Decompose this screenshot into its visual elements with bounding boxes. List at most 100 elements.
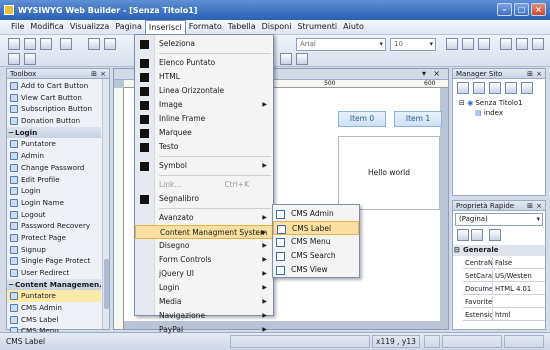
toolbox-item-cms-label[interactable]: CMS Label xyxy=(7,314,101,326)
pin-icon[interactable]: ⊞ xyxy=(527,201,533,211)
menu-aiuto[interactable]: Aiuto xyxy=(340,20,367,34)
delete-page-icon[interactable] xyxy=(473,82,485,94)
underline-icon[interactable] xyxy=(478,38,490,50)
submenu-item-cms-search[interactable]: CMS Search xyxy=(273,249,359,263)
bold-icon[interactable] xyxy=(446,38,458,50)
menu-item-elenco-puntato[interactable]: Elenco Puntato xyxy=(135,56,273,70)
menu-item-html[interactable]: HTML xyxy=(135,70,273,84)
menu-disponi[interactable]: Disponi xyxy=(259,20,295,34)
property-row[interactable]: Estensic html xyxy=(463,309,545,321)
redo-icon[interactable] xyxy=(24,53,36,65)
menu-item-media[interactable]: Media ▶ xyxy=(135,295,273,309)
menu-visualizza[interactable]: Visualizza xyxy=(67,20,112,34)
menu-item-symbol[interactable]: Symbol ▶ xyxy=(135,159,273,173)
align-left-icon[interactable] xyxy=(500,38,512,50)
toolbox-item-login-name[interactable]: Login Name xyxy=(7,197,101,209)
toolbox-item-edit-profile[interactable]: Edit Profile xyxy=(7,174,101,186)
toolbox-item-view-cart-button[interactable]: View Cart Button xyxy=(7,92,101,104)
menu-inserisci[interactable]: Inserisci xyxy=(144,20,186,34)
sort-az-icon[interactable] xyxy=(471,229,483,241)
undo-icon[interactable] xyxy=(8,53,20,65)
scroll-thumb[interactable] xyxy=(104,259,109,309)
menu-item-inline-frame[interactable]: Inline Frame xyxy=(135,112,273,126)
italic-icon[interactable] xyxy=(462,38,474,50)
submenu-item-cms-view[interactable]: CMS View xyxy=(273,263,359,277)
toolbox-item-subscription-button[interactable]: Subscription Button xyxy=(7,103,101,115)
close-button[interactable]: × xyxy=(531,3,546,16)
menu-tabella[interactable]: Tabella xyxy=(225,20,259,34)
layout-icon[interactable] xyxy=(280,53,292,65)
collapse-icon[interactable]: ⊟ xyxy=(454,245,460,256)
menu-item-jquery-ui[interactable]: jQuery UI ▶ xyxy=(135,267,273,281)
save-icon[interactable] xyxy=(40,38,52,50)
menu-item-testo[interactable]: Testo xyxy=(135,140,273,154)
menu-item-disegno[interactable]: Disegno ▶ xyxy=(135,239,273,253)
new-icon[interactable] xyxy=(8,38,20,50)
toolbox-scrollbar[interactable] xyxy=(102,79,109,329)
section-generale[interactable]: ⊟ Generale xyxy=(453,245,545,256)
minimize-button[interactable]: – xyxy=(497,3,512,16)
property-value[interactable]: False xyxy=(493,257,545,268)
menu-item-marquee[interactable]: Marquee xyxy=(135,126,273,140)
font-size-select[interactable]: 10 xyxy=(390,38,436,51)
tab-close-icon[interactable]: × xyxy=(433,69,440,78)
toolbox-item-logout[interactable]: Logout xyxy=(7,209,101,221)
tree-root[interactable]: ⊟ ◉ Senza Titolo1 xyxy=(459,99,523,107)
menu-formato[interactable]: Formato xyxy=(186,20,225,34)
hello-text-box[interactable]: Hello world xyxy=(338,136,440,210)
toolbox-item-change-password[interactable]: Change Password xyxy=(7,162,101,174)
menu-item-seleziona[interactable]: Seleziona xyxy=(135,37,273,51)
align-center-icon[interactable] xyxy=(516,38,528,50)
menu-item-avanzato[interactable]: Avanzato ▶ xyxy=(135,211,273,225)
menu-strumenti[interactable]: Strumenti xyxy=(294,20,340,34)
item-0-button[interactable]: Item 0 xyxy=(338,111,386,127)
page-props-icon[interactable] xyxy=(489,82,501,94)
menu-item-content-managment-system[interactable]: Content Managment System ▶ xyxy=(135,225,273,239)
open-icon[interactable] xyxy=(24,38,36,50)
categorized-icon[interactable] xyxy=(457,229,469,241)
text-tool-icon[interactable] xyxy=(104,38,116,50)
menu-item-form-controls[interactable]: Form Controls ▶ xyxy=(135,253,273,267)
property-value[interactable] xyxy=(493,296,545,307)
toolbox-category[interactable]: Content Managemen... xyxy=(7,278,101,291)
menu-item-login[interactable]: Login ▶ xyxy=(135,281,273,295)
grid-icon[interactable] xyxy=(296,53,308,65)
pin-icon[interactable]: ⊞ xyxy=(527,69,533,79)
toolbox-item-user-redirect[interactable]: User Redirect xyxy=(7,267,101,279)
add-page-icon[interactable] xyxy=(457,82,469,94)
font-name-select[interactable]: Arial xyxy=(296,38,386,51)
close-icon[interactable]: × xyxy=(536,69,542,79)
item-1-button[interactable]: Item 1 xyxy=(394,111,442,127)
submenu-item-cms-menu[interactable]: CMS Menu xyxy=(273,235,359,249)
menu-item-navigazione[interactable]: Navigazione ▶ xyxy=(135,309,273,323)
property-row[interactable]: SetCara US/Westen xyxy=(463,270,545,282)
property-pages-icon[interactable] xyxy=(489,229,501,241)
cut-icon[interactable] xyxy=(60,38,72,50)
toolbox-item-donation-button[interactable]: Donation Button xyxy=(7,115,101,127)
toolbox-item-single-page-protect[interactable]: Single Page Protect xyxy=(7,255,101,267)
toolbox-item-admin[interactable]: Admin xyxy=(7,150,101,162)
menu-modifica[interactable]: Modifica xyxy=(27,20,66,34)
submenu-item-cms-admin[interactable]: CMS Admin xyxy=(273,207,359,221)
toolbox-item-signup[interactable]: Signup xyxy=(7,244,101,256)
toolbox-item-cms-admin[interactable]: CMS Admin xyxy=(7,302,101,314)
toolbox-item-protect-page[interactable]: Protect Page xyxy=(7,232,101,244)
preview-icon[interactable] xyxy=(505,82,517,94)
close-icon[interactable]: × xyxy=(536,201,542,211)
publish-icon[interactable] xyxy=(521,82,533,94)
menu-item-linea-orizzontale[interactable]: Linea Orizzontale xyxy=(135,84,273,98)
toolbox-item-puntatore[interactable]: Puntatore xyxy=(7,138,101,150)
menu-pagina[interactable]: Pagina xyxy=(112,20,145,34)
align-right-icon[interactable] xyxy=(532,38,544,50)
submenu-item-cms-label[interactable]: CMS Label xyxy=(273,221,359,235)
tab-menu-icon[interactable]: ▾ xyxy=(422,69,426,78)
property-value[interactable]: html xyxy=(493,309,545,320)
object-select[interactable]: (Pagina) xyxy=(455,213,543,226)
property-row[interactable]: CentraN False xyxy=(463,257,545,269)
menu-file[interactable]: File xyxy=(8,20,27,34)
toolbox-item-puntatore[interactable]: Puntatore xyxy=(7,290,101,303)
maximize-button[interactable]: □ xyxy=(514,3,529,16)
pin-icon[interactable]: ⊞ xyxy=(91,69,97,79)
menu-item-paypal[interactable]: PayPal ▶ xyxy=(135,323,273,337)
property-row[interactable]: Docume HTML 4.01 xyxy=(463,283,545,295)
